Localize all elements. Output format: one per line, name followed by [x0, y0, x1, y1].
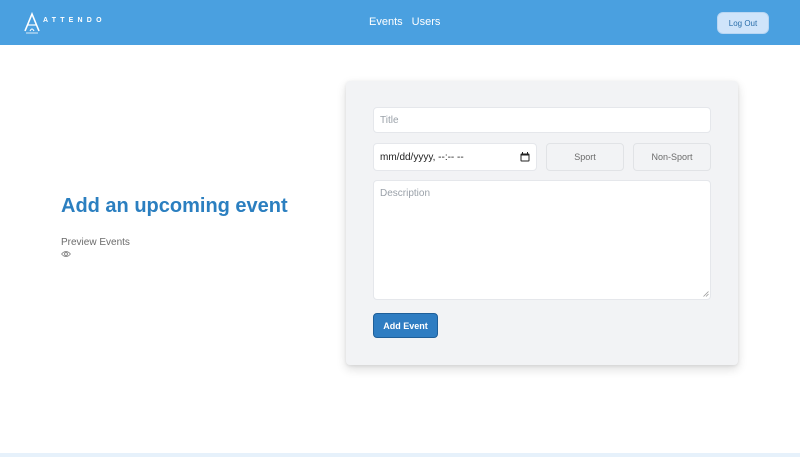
brand-name: ATTENDO: [43, 17, 106, 24]
page-bottom-border: [0, 453, 800, 457]
logout-button[interactable]: Log Out: [717, 12, 769, 34]
title-input[interactable]: [373, 107, 711, 133]
sport-toggle-button[interactable]: Sport: [546, 143, 624, 171]
datetime-value: mm/dd/yyyy, --:-- --: [380, 151, 464, 163]
top-navbar: ATTENDO Events Users Log Out: [0, 0, 800, 45]
description-textarea[interactable]: [373, 180, 711, 300]
eye-icon[interactable]: [61, 250, 71, 258]
non-sport-toggle-button[interactable]: Non-Sport: [633, 143, 711, 171]
preview-events-link[interactable]: Preview Events: [61, 237, 130, 248]
nav-link-events[interactable]: Events: [369, 16, 403, 28]
nav-link-users[interactable]: Users: [412, 16, 441, 28]
calendar-icon[interactable]: [520, 152, 530, 162]
add-event-button[interactable]: Add Event: [373, 313, 438, 338]
main-nav: Events Users: [369, 16, 440, 28]
add-event-form-card: mm/dd/yyyy, --:-- -- Sport Non-Sport Add…: [346, 81, 738, 365]
resize-handle-icon[interactable]: [703, 291, 709, 297]
brand-logo[interactable]: ATTENDO: [24, 11, 106, 35]
page-title: Add an upcoming event: [61, 195, 288, 217]
logo-mark-icon: [24, 12, 40, 34]
datetime-input[interactable]: mm/dd/yyyy, --:-- --: [373, 143, 537, 171]
